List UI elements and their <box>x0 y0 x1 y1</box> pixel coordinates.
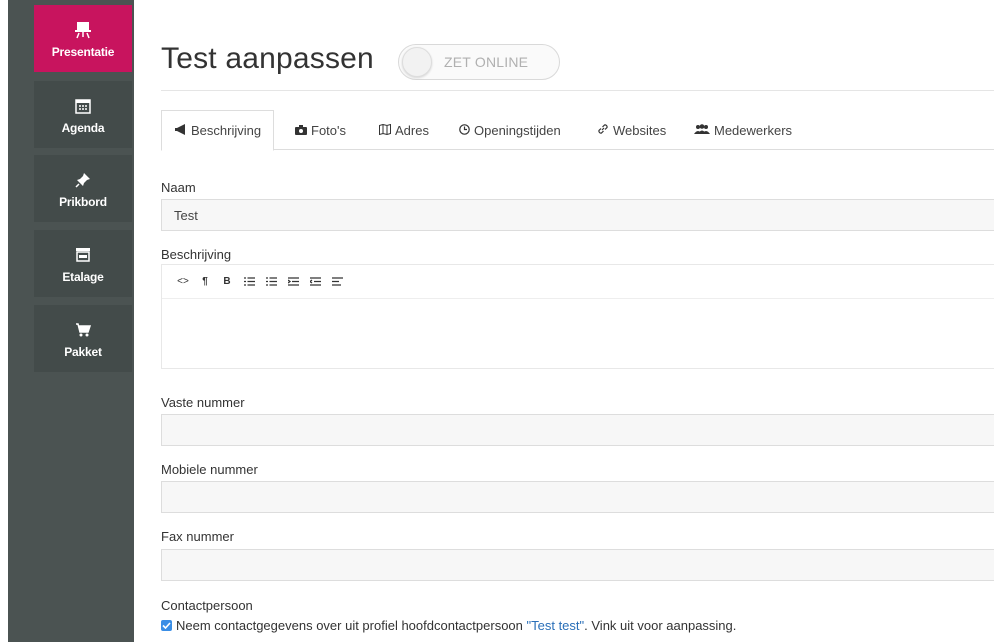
tab-medewerkers[interactable]: Medewerkers <box>694 110 792 150</box>
contact-checkbox[interactable] <box>161 620 172 631</box>
vaste-nummer-label: Vaste nummer <box>161 395 245 410</box>
beschrijving-label: Beschrijving <box>161 247 232 262</box>
align-left-icon[interactable] <box>326 272 348 292</box>
store-icon <box>72 244 94 266</box>
sidebar-item-etalage[interactable]: Etalage <box>34 230 132 297</box>
tab-websites[interactable]: Websites <box>597 110 666 150</box>
tab-adres[interactable]: Adres <box>379 110 429 150</box>
tab-openingstijden[interactable]: Openingstijden <box>459 110 561 150</box>
indent-icon[interactable] <box>304 272 326 292</box>
map-icon <box>379 123 395 138</box>
camera-icon <box>295 123 311 138</box>
page-title: Test aanpassen <box>161 42 374 75</box>
tab-label: Websites <box>613 122 667 138</box>
users-icon <box>694 123 714 138</box>
page-edge <box>0 0 8 642</box>
cart-icon <box>72 319 94 341</box>
toggle-knob[interactable] <box>402 47 432 77</box>
naam-label: Naam <box>161 180 196 195</box>
contact-text: Neem contactgegevens over uit profiel ho… <box>176 618 527 633</box>
tab-label: Beschrijving <box>191 123 262 138</box>
sidebar-item-prikbord[interactable]: Prikbord <box>34 155 132 222</box>
contact-checkbox-row: Neem contactgegevens over uit profiel ho… <box>161 618 736 633</box>
tab-label: Openingstijden <box>474 122 561 138</box>
ordered-list-icon[interactable] <box>238 272 260 292</box>
beschrijving-editor[interactable]: <> ¶ B <box>161 264 994 369</box>
tab-fotos[interactable]: Foto's <box>295 110 346 150</box>
unordered-list-icon[interactable] <box>260 272 282 292</box>
tab-bar: Beschrijving Foto's Adres Openingstijden… <box>161 110 994 151</box>
sidebar-item-agenda[interactable]: Agenda <box>34 81 132 148</box>
tab-label: Adres <box>395 122 429 138</box>
easel-icon <box>72 19 94 41</box>
clock-icon <box>459 123 474 138</box>
calendar-icon <box>72 95 94 117</box>
tab-label: Foto's <box>311 122 346 138</box>
toggle-label: ZET ONLINE <box>444 54 529 70</box>
sidebar-item-pakket[interactable]: Pakket <box>34 305 132 372</box>
editor-toolbar: <> ¶ B <box>162 265 994 299</box>
outdent-icon[interactable] <box>282 272 304 292</box>
divider <box>161 90 994 91</box>
sidebar-item-label: Pakket <box>64 344 102 359</box>
online-toggle[interactable]: ZET ONLINE <box>398 44 560 80</box>
naam-field[interactable] <box>161 199 994 231</box>
sidebar-item-presentatie[interactable]: Presentatie <box>34 5 132 72</box>
contact-link[interactable]: "Test test" <box>527 618 585 633</box>
sidebar-item-label: Prikbord <box>59 194 107 209</box>
fax-nummer-field[interactable] <box>161 549 994 581</box>
pin-icon <box>72 169 94 191</box>
paragraph-button[interactable]: ¶ <box>194 272 216 292</box>
contactpersoon-label: Contactpersoon <box>161 598 253 613</box>
sidebar-item-label: Presentatie <box>51 44 115 59</box>
sidebar-item-label: Agenda <box>61 120 105 135</box>
tab-beschrijving[interactable]: Beschrijving <box>161 110 275 151</box>
vaste-nummer-field[interactable] <box>161 414 994 446</box>
mobiele-nummer-field[interactable] <box>161 481 994 513</box>
tab-label: Medewerkers <box>714 122 793 138</box>
bold-button[interactable]: B <box>216 272 238 292</box>
link-icon <box>597 123 613 138</box>
code-view-button[interactable]: <> <box>172 272 194 292</box>
sidebar: Presentatie Agenda Prikbord Etalage Pakk… <box>8 0 134 642</box>
megaphone-icon <box>174 123 191 138</box>
contact-text-after: . Vink uit voor aanpassing. <box>584 618 737 633</box>
fax-nummer-label: Fax nummer <box>161 529 234 544</box>
mobiele-nummer-label: Mobiele nummer <box>161 462 258 477</box>
sidebar-item-label: Etalage <box>62 269 104 284</box>
